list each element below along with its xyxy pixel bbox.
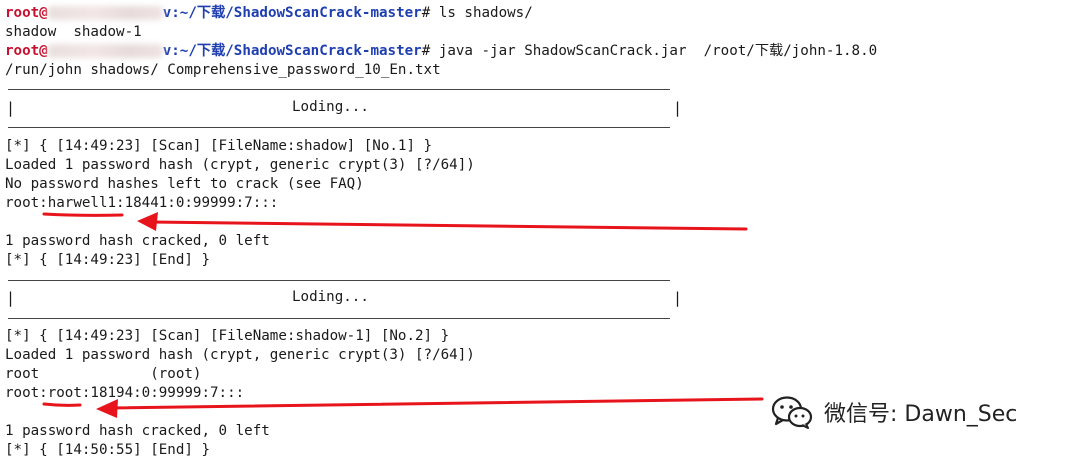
box-bottom-border: [8, 127, 670, 128]
underline-mark-2: [42, 402, 82, 407]
loading-text: Loding...: [292, 99, 369, 115]
arrow-shaft-1: [148, 220, 748, 231]
redacted-hostname: [47, 6, 163, 20]
box-top-border: [8, 280, 670, 281]
prompt-suffix: #: [421, 43, 439, 59]
watermark: 微信号: Dawn_Sec: [770, 394, 1017, 430]
box-bottom-border: [8, 318, 670, 319]
prompt-suffix: #: [421, 5, 439, 21]
prompt-line-2: root@ v:~/下载/ShadowScanCrack-master# java…: [5, 42, 877, 61]
root-cracked-line: root (root): [5, 366, 202, 382]
prompt-path: v:~/下载/ShadowScanCrack-master: [162, 43, 422, 59]
command-text: ls shadows/: [438, 5, 533, 21]
prompt-user: root@: [5, 5, 48, 21]
box-top-border: [8, 89, 670, 90]
prompt-line-1: root@ v:~/下载/ShadowScanCrack-master# ls s…: [5, 4, 533, 23]
command-continuation: /run/john shadows/ Comprehensive_passwor…: [5, 62, 441, 78]
box-right-pipe: |: [673, 289, 683, 307]
box-left-pipe: |: [6, 99, 16, 117]
no-hash-line: No password hashes left to crack (see FA…: [5, 176, 364, 192]
prompt-user: root@: [5, 43, 48, 59]
end-line: [*] { [14:49:23] [End] }: [5, 252, 210, 268]
scan-line: [*] { [14:49:23] [Scan] [FileName:shadow…: [5, 328, 450, 344]
redacted-hostname: [47, 44, 163, 58]
scan-line: [*] { [14:49:23] [Scan] [FileName:shadow…: [5, 138, 433, 154]
crack-result-line: root:root:18194:0:99999:7:::: [5, 385, 245, 401]
box-left-pipe: |: [6, 289, 16, 307]
command-text: java -jar ShadowScanCrack.jar /root/下载/j…: [438, 43, 878, 59]
watermark-text: 微信号: Dawn_Sec: [824, 402, 1018, 427]
prompt-path: v:~/下载/ShadowScanCrack-master: [162, 5, 422, 21]
underline-mark-1: [42, 212, 124, 217]
loaded-line: Loaded 1 password hash (crypt, generic c…: [5, 347, 475, 363]
arrowhead-1: [137, 212, 158, 231]
wechat-icon: [771, 396, 813, 429]
cracked-summary-line: 1 password hash cracked, 0 left: [5, 423, 270, 439]
box-right-pipe: |: [673, 99, 683, 117]
end-line: [*] { [14:50:55] [End] }: [5, 442, 210, 458]
output-line: shadow shadow-1: [5, 24, 142, 40]
crack-result-line: root:harwell1:18441:0:99999:7:::: [5, 195, 279, 211]
cracked-summary-line: 1 password hash cracked, 0 left: [5, 233, 270, 249]
loaded-line: Loaded 1 password hash (crypt, generic c…: [5, 157, 475, 173]
loading-text: Loding...: [292, 289, 369, 305]
